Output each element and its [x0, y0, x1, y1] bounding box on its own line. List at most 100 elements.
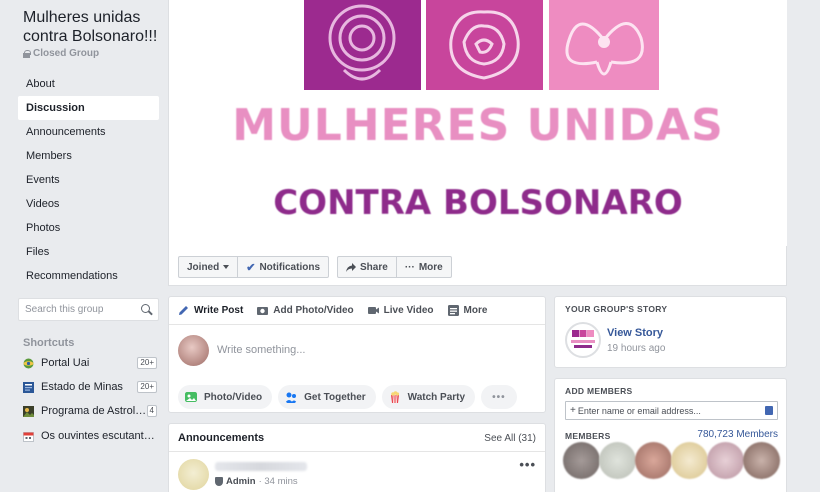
search-icon[interactable]	[141, 304, 152, 315]
view-story-link[interactable]: View Story	[607, 327, 663, 339]
member-avatars	[563, 442, 780, 479]
privacy-text: Closed Group	[33, 48, 100, 59]
tab-label: Live Video	[383, 305, 434, 316]
see-all-link[interactable]: See All (31)	[484, 433, 536, 444]
member-avatar[interactable]	[671, 442, 708, 479]
pencil-icon	[179, 306, 188, 315]
carnation-graphic	[449, 10, 520, 80]
add-members-heading: ADD MEMBERS	[565, 386, 633, 396]
nav-item-announcements[interactable]: Announcements	[18, 120, 159, 144]
cover-photo[interactable]: MULHERES UNIDAS CONTRA BOLSONARO	[169, 0, 787, 246]
nav-item-about[interactable]: About	[18, 72, 159, 96]
news-icon	[23, 381, 34, 393]
chevron-down-icon	[223, 265, 230, 269]
checkmark-icon: ✔	[246, 261, 256, 274]
pill-label: Photo/Video	[204, 391, 263, 403]
privacy-label: Closed Group	[23, 48, 99, 59]
shortcut-label: Programa de Astrolo...	[41, 405, 147, 417]
author-name-redacted[interactable]	[215, 462, 307, 471]
member-avatar[interactable]	[563, 442, 600, 479]
watch-party-button[interactable]: Watch Party	[381, 385, 476, 409]
announcements-heading: Announcements	[178, 432, 265, 444]
share-more-buttons: Share ··· More	[337, 256, 452, 278]
group-header-card: MULHERES UNIDAS CONTRA BOLSONARO Joined …	[168, 0, 787, 286]
photo-video-button[interactable]: Photo/Video	[178, 385, 273, 409]
group-story-card: YOUR GROUP'S STORY View Story 19 hours a…	[554, 296, 787, 368]
pill-label: Get Together	[304, 391, 366, 403]
add-member-placeholder: Enter name or email address...	[577, 405, 701, 416]
post-role: Admin	[226, 476, 256, 487]
nav-item-files[interactable]: Files	[18, 240, 159, 264]
member-avatar[interactable]	[707, 442, 744, 479]
shortcut-item[interactable]: Os ouvintes escutantes ...	[23, 426, 157, 446]
nav-item-events[interactable]: Events	[18, 168, 159, 192]
composer-options: Photo/Video Get Together Watch Party •••	[178, 385, 517, 409]
video-camera-icon	[367, 307, 379, 314]
group-search-input[interactable]: Search this group	[18, 298, 159, 321]
shortcut-badge: 4	[146, 405, 157, 417]
contacts-icon[interactable]	[765, 406, 773, 415]
shortcut-badge: 20+	[137, 381, 157, 393]
ellipsis-icon: ···	[404, 261, 415, 273]
hibiscus-tile	[549, 0, 659, 90]
post-menu-button[interactable]: •••	[519, 457, 536, 472]
shortcut-label: Portal Uai	[41, 357, 90, 369]
rose-tile	[304, 0, 421, 90]
shortcut-item[interactable]: Programa de Astrolo... 4	[23, 401, 157, 421]
member-avatar[interactable]	[599, 442, 636, 479]
story-thumbnail[interactable]	[565, 322, 601, 358]
shortcut-label: Os ouvintes escutantes ...	[41, 430, 157, 442]
post-time[interactable]: · 34 mins	[259, 476, 298, 487]
notifications-label: Notifications	[259, 261, 321, 273]
tab-label: Add Photo/Video	[273, 305, 354, 316]
more-options-button[interactable]: •••	[481, 385, 517, 409]
group-action-bar: Joined ✔ Notifications Share ··· More	[178, 256, 452, 278]
people-icon	[285, 392, 298, 403]
membership-buttons: Joined ✔ Notifications	[178, 256, 330, 278]
nav-item-discussion[interactable]: Discussion	[18, 96, 159, 120]
carnation-tile	[426, 0, 543, 90]
search-placeholder: Search this group	[25, 304, 104, 315]
tab-live-video[interactable]: Live Video	[367, 304, 434, 317]
notifications-button[interactable]: ✔ Notifications	[237, 257, 328, 277]
joined-label: Joined	[187, 261, 220, 273]
joined-button[interactable]: Joined	[179, 257, 237, 277]
photo-icon	[23, 405, 34, 417]
popcorn-icon	[390, 391, 399, 404]
share-button[interactable]: Share	[338, 257, 396, 277]
left-sidebar: Mulheres unidas contra Bolsonaro!!! Clos…	[0, 0, 167, 492]
shortcut-label: Estado de Minas	[41, 381, 123, 393]
shortcut-item[interactable]: Portal Uai 20+	[23, 353, 157, 373]
post-meta: Admin · 34 mins	[215, 476, 298, 487]
add-member-input[interactable]: + Enter name or email address...	[565, 401, 778, 420]
member-avatar[interactable]	[635, 442, 672, 479]
more-button[interactable]: ··· More	[395, 257, 451, 277]
tab-add-photo-video[interactable]: Add Photo/Video	[257, 304, 354, 317]
photo-icon	[185, 392, 197, 402]
more-label: More	[418, 261, 443, 273]
nav-item-recommendations[interactable]: Recommendations	[18, 264, 159, 288]
user-avatar[interactable]	[178, 335, 209, 366]
camera-icon	[257, 307, 269, 315]
divider	[169, 451, 545, 452]
post-composer: Write Post Add Photo/Video Live Video Mo…	[168, 296, 546, 413]
group-nav: About Discussion Announcements Members E…	[18, 72, 159, 288]
member-avatar[interactable]	[743, 442, 780, 479]
cover-headline: MULHERES UNIDAS	[232, 100, 724, 151]
nav-item-photos[interactable]: Photos	[18, 216, 159, 240]
nav-item-members[interactable]: Members	[18, 144, 159, 168]
members-count-link[interactable]: 780,723 Members	[697, 429, 778, 440]
share-label: Share	[360, 261, 388, 273]
author-avatar[interactable]	[178, 459, 209, 490]
story-time: 19 hours ago	[607, 343, 666, 354]
share-arrow-icon	[346, 262, 357, 272]
group-title[interactable]: Mulheres unidas contra Bolsonaro!!!	[23, 8, 163, 46]
composer-tabs: Write Post Add Photo/Video Live Video Mo…	[169, 297, 545, 325]
shortcut-item[interactable]: Estado de Minas 20+	[23, 377, 157, 397]
tab-more[interactable]: More	[447, 304, 487, 317]
tab-write-post[interactable]: Write Post	[178, 304, 243, 317]
nav-item-videos[interactable]: Videos	[18, 192, 159, 216]
get-together-button[interactable]: Get Together	[278, 385, 376, 409]
announcements-card: Announcements See All (31) Admin · 34 mi…	[168, 423, 546, 492]
write-something-input[interactable]: Write something...	[217, 344, 305, 356]
